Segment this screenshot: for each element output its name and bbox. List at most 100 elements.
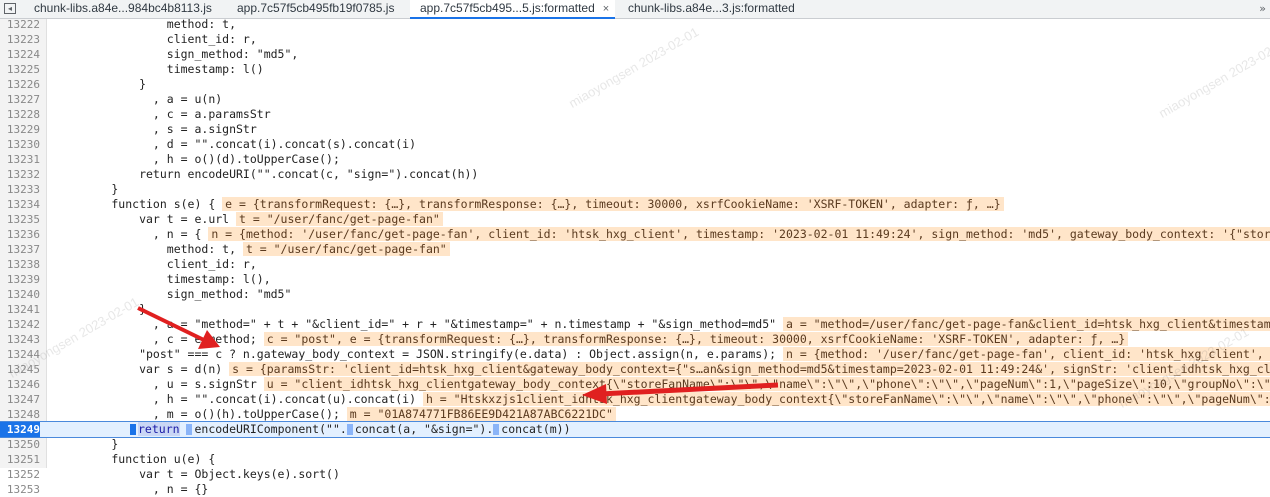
code-text: var t = Object.keys(e).sort() — [56, 467, 340, 482]
code-segment: , s = a.signStr — [56, 122, 257, 136]
inline-variable-value: n = {method: '/user/fanc/get-page-fan', … — [208, 227, 1270, 241]
line-number[interactable]: 13223 — [0, 32, 40, 47]
code-text: } — [56, 182, 118, 197]
code-line: 13250 } — [0, 437, 1270, 452]
code-line: 13251 function u(e) { — [0, 452, 1270, 467]
line-number[interactable]: 13252 — [0, 467, 40, 482]
code-line: 13240 sign_method: "md5" — [0, 287, 1270, 302]
code-text: , u = s.signStr u = "client_idhtsk_hxg_c… — [56, 377, 1270, 392]
line-number[interactable]: 13232 — [0, 167, 40, 182]
code-line: 13225 timestamp: l() — [0, 62, 1270, 77]
code-segment: } — [56, 182, 119, 196]
line-number[interactable]: 13228 — [0, 107, 40, 122]
code-line: 13222 method: t, — [0, 17, 1270, 32]
line-number[interactable]: 13235 — [0, 212, 40, 227]
tab-label: chunk-libs.a84e...984bc4b8113.js — [34, 1, 212, 15]
code-line: 13235 var t = e.url t = "/user/fanc/get-… — [0, 212, 1270, 227]
panel-toggle-icon[interactable]: ◂ — [4, 3, 16, 14]
line-number[interactable]: 13251 — [0, 452, 40, 467]
line-number[interactable]: 13222 — [0, 17, 40, 32]
code-text: , s = a.signStr — [56, 122, 257, 137]
tab-chunk-libs[interactable]: chunk-libs.a84e...984bc4b8113.js — [34, 0, 212, 18]
code-text: var t = e.url t = "/user/fanc/get-page-f… — [56, 212, 443, 227]
tab-app-js[interactable]: app.7c57f5cb495fb19f0785.js — [237, 0, 394, 18]
line-number[interactable]: 13231 — [0, 152, 40, 167]
inline-breakpoint-icon[interactable] — [493, 424, 500, 435]
code-line: 13229 , s = a.signStr — [0, 122, 1270, 137]
code-text: } — [56, 77, 146, 92]
code-text: , h = "".concat(i).concat(u).concat(i) h… — [56, 392, 1270, 407]
code-segment: method: t, — [56, 242, 243, 256]
code-line: 13230 , d = "".concat(i).concat(s).conca… — [0, 137, 1270, 152]
code-line: 13227 , a = u(n) — [0, 92, 1270, 107]
code-segment: concat(m)) — [501, 422, 571, 436]
code-text: function u(e) { — [56, 452, 215, 467]
code-text: } — [56, 302, 146, 317]
tab-chunk-libs-formatted[interactable]: chunk-libs.a84e...3.js:formatted — [628, 0, 795, 18]
code-line: 13248 , m = o()(h).toUpperCase(); m = "0… — [0, 407, 1270, 422]
line-number[interactable]: 13227 — [0, 92, 40, 107]
line-number[interactable]: 13248 — [0, 407, 40, 422]
code-segment: client_id: r, — [56, 257, 257, 271]
code-segment: , h = "".concat(i).concat(u).concat(i) — [56, 392, 423, 406]
line-number[interactable]: 13239 — [0, 272, 40, 287]
code-text: , d = "".concat(i).concat(s).concat(i) — [56, 137, 416, 152]
line-number[interactable]: 13234 — [0, 197, 40, 212]
code-line: 13237 method: t, t = "/user/fanc/get-pag… — [0, 242, 1270, 257]
line-number[interactable]: 13238 — [0, 257, 40, 272]
tab-label: app.7c57f5cb495fb19f0785.js — [237, 1, 395, 15]
code-segment: , a = "method=" + t + "&client_id=" + r … — [56, 317, 783, 331]
code-line: 13245 var s = d(n) s = {paramsStr: 'clie… — [0, 362, 1270, 377]
code-line: 13224 sign_method: "md5", — [0, 47, 1270, 62]
code-line: 13223 client_id: r, — [0, 32, 1270, 47]
inline-variable-value: t = "/user/fanc/get-page-fan" — [236, 212, 443, 226]
inline-breakpoint-icon[interactable] — [346, 424, 353, 435]
close-icon[interactable]: × — [603, 3, 609, 15]
line-number[interactable]: 13253 — [0, 482, 40, 497]
code-text: sign_method: "md5", — [56, 47, 299, 62]
line-number[interactable]: 13242 — [0, 317, 40, 332]
code-segment: , c = a.paramsStr — [56, 107, 271, 121]
line-number[interactable]: 13229 — [0, 122, 40, 137]
line-number[interactable]: 13245 — [0, 362, 40, 377]
code-text: , h = o()(d).toUpperCase(); — [56, 152, 340, 167]
code-segment: concat(a, "&sign="). — [354, 422, 494, 436]
code-segment: , h = o()(d).toUpperCase(); — [56, 152, 340, 166]
code-text: , m = o()(h).toUpperCase(); m = "01A8747… — [56, 407, 616, 422]
paused-statement: return — [138, 422, 180, 436]
inline-variable-value: e = {transformRequest: {…}, transformRes… — [222, 197, 1004, 211]
inline-variable-value: h = "Htskxzjs1client_idhtsk_hxg_clientga… — [422, 392, 1270, 406]
line-number[interactable]: 13230 — [0, 137, 40, 152]
line-number[interactable]: 13225 — [0, 62, 40, 77]
code-segment: sign_method: "md5", — [56, 47, 299, 61]
code-segment: , m = o()(h).toUpperCase(); — [56, 407, 347, 421]
line-number[interactable]: 13246 — [0, 377, 40, 392]
code-segment: } — [56, 302, 147, 316]
code-line: 13241 } — [0, 302, 1270, 317]
inline-variable-value: u = "client_idhtsk_hxg_clientgateway_bod… — [263, 377, 1270, 391]
chevron-right-icon[interactable]: » — [1259, 2, 1266, 15]
code-line: 13234 function s(e) { e = {transformRequ… — [0, 197, 1270, 212]
line-number[interactable]: 13224 — [0, 47, 40, 62]
code-segment: } — [56, 437, 119, 451]
line-number[interactable]: 13243 — [0, 332, 40, 347]
code-segment: timestamp: l() — [56, 62, 264, 76]
line-number[interactable]: 13249 — [0, 422, 40, 437]
step-marker-icon — [130, 424, 136, 435]
line-number[interactable]: 13247 — [0, 392, 40, 407]
line-number[interactable]: 13250 — [0, 437, 40, 452]
line-number[interactable]: 13241 — [0, 302, 40, 317]
line-number[interactable]: 13233 — [0, 182, 40, 197]
line-number[interactable]: 13237 — [0, 242, 40, 257]
code-line: 13243 , c = e.method; c = "post", e = {t… — [0, 332, 1270, 347]
code-segment: timestamp: l(), — [56, 272, 271, 286]
code-segment: function u(e) { — [56, 452, 216, 466]
line-number[interactable]: 13244 — [0, 347, 40, 362]
line-number[interactable]: 13240 — [0, 287, 40, 302]
code-line: 13238 client_id: r, — [0, 257, 1270, 272]
line-number[interactable]: 13226 — [0, 77, 40, 92]
line-number[interactable]: 13236 — [0, 227, 40, 242]
inline-breakpoint-icon[interactable] — [186, 424, 193, 435]
code-line: 13236 , n = { n = {method: '/user/fanc/g… — [0, 227, 1270, 242]
code-line: 13253 , n = {} — [0, 482, 1270, 497]
